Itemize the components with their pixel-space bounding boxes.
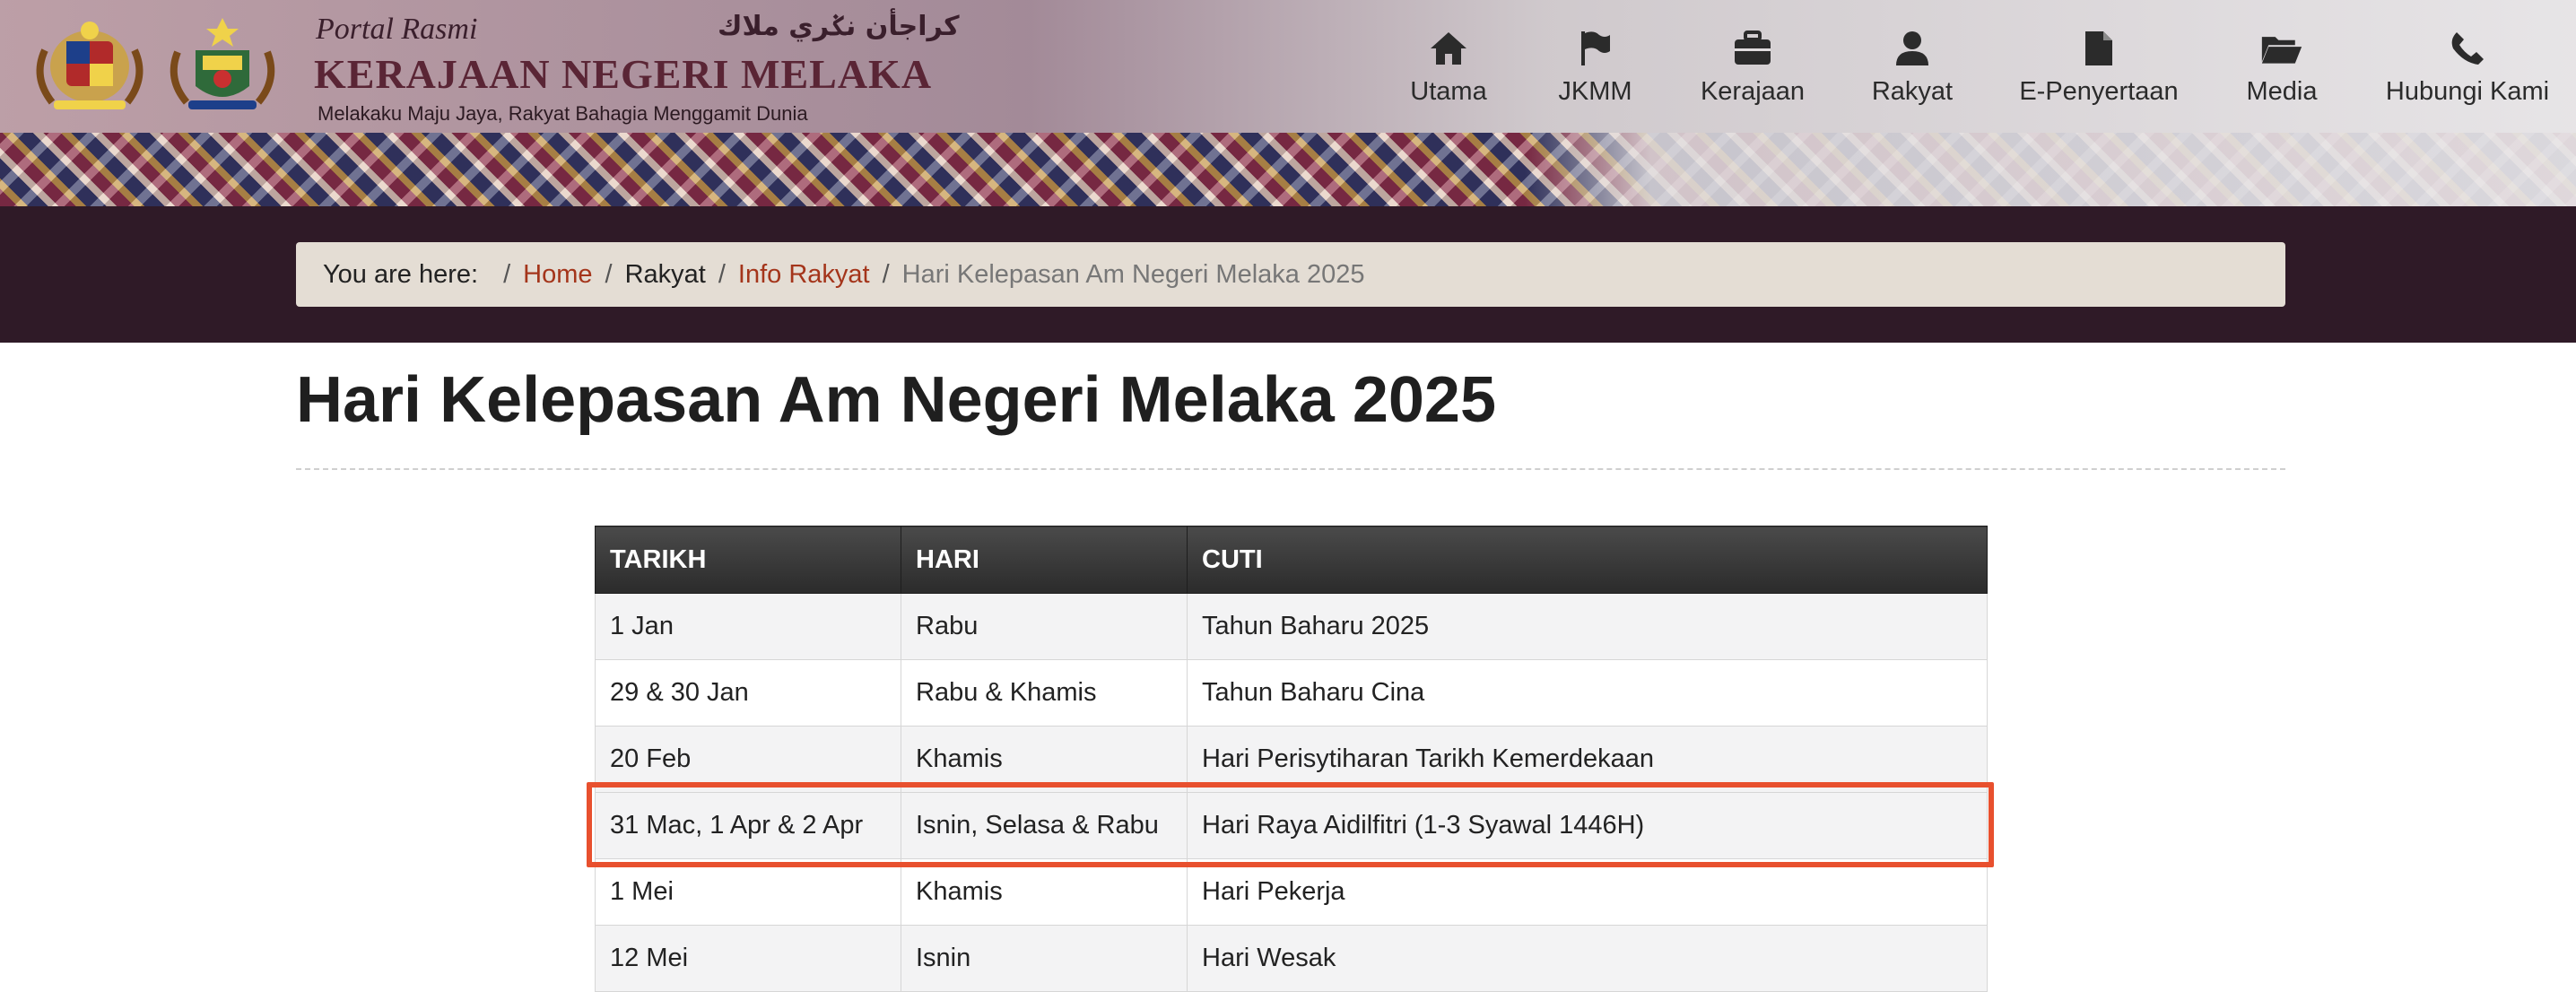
- nav-label: Rakyat: [1871, 76, 1954, 106]
- nav-utama[interactable]: Utama: [1399, 0, 1498, 133]
- cell-tarikh: 1 Jan: [595, 593, 901, 660]
- folder-open-icon: [2260, 27, 2303, 70]
- site-header: Portal Rasmi كراجأن نݢري ملاك KERAJAAN N…: [0, 0, 2576, 206]
- breadcrumb-separator: /: [503, 259, 511, 289]
- holiday-table: TARIKH HARI CUTI 1 Jan Rabu Tahun Baharu…: [595, 526, 1988, 992]
- table-row: 12 Mei Isnin Hari Wesak: [595, 925, 1988, 992]
- briefcase-icon: [1731, 27, 1774, 70]
- cell-hari: Khamis: [901, 858, 1188, 926]
- home-icon: [1427, 27, 1470, 70]
- highlight-annotation-box: [587, 782, 1994, 867]
- header-cuti: CUTI: [1187, 526, 1988, 594]
- breadcrumb-separator: /: [605, 259, 613, 289]
- table-row: 29 & 30 Jan Rabu & Khamis Tahun Baharu C…: [595, 659, 1988, 727]
- breadcrumb-separator: /: [718, 259, 726, 289]
- nav-e-penyertaan[interactable]: E-Penyertaan: [2018, 0, 2180, 133]
- cell-tarikh: 29 & 30 Jan: [595, 659, 901, 727]
- cell-cuti: Tahun Baharu 2025: [1187, 593, 1988, 660]
- flag-icon: [1574, 27, 1617, 70]
- cell-cuti: Tahun Baharu Cina: [1187, 659, 1988, 727]
- header-hari: HARI: [901, 526, 1188, 594]
- nav-rakyat[interactable]: Rakyat: [1866, 0, 1959, 133]
- cell-cuti: Hari Pekerja: [1187, 858, 1988, 926]
- nav-hubungi-kami[interactable]: Hubungi Kami: [2386, 0, 2549, 133]
- breadcrumb: You are here: / Home / Rakyat / Info Rak…: [296, 242, 2285, 307]
- cell-hari: Rabu: [901, 593, 1188, 660]
- melaka-crest-logo[interactable]: [160, 14, 285, 115]
- nav-label: JKMM: [1558, 76, 1632, 106]
- header-tarikh: TARIKH: [595, 526, 901, 594]
- cell-tarikh: 1 Mei: [595, 858, 901, 926]
- nav-label: Media: [2246, 76, 2318, 106]
- nav-label: Kerajaan: [1700, 76, 1806, 106]
- cell-cuti: Hari Wesak: [1187, 925, 1988, 992]
- breadcrumb-current: Hari Kelepasan Am Negeri Melaka 2025: [901, 259, 1365, 289]
- breadcrumb-prefix: You are here:: [323, 259, 479, 289]
- table-row: 1 Jan Rabu Tahun Baharu 2025: [595, 593, 1988, 660]
- jawi-title: كراجأن نݢري ملاك: [718, 11, 960, 42]
- breadcrumb-separator: /: [882, 259, 890, 289]
- cell-hari: Isnin: [901, 925, 1188, 992]
- table-header-row: TARIKH HARI CUTI: [595, 526, 1988, 594]
- title-divider: [296, 468, 2285, 470]
- portal-label: Portal Rasmi: [316, 13, 478, 46]
- document-icon: [2077, 27, 2120, 70]
- nav-media[interactable]: Media: [2237, 0, 2327, 133]
- nav-label: E-Penyertaan: [2019, 76, 2179, 106]
- pattern-fade: [1525, 133, 2576, 206]
- breadcrumb-info-rakyat-link[interactable]: Info Rakyat: [738, 260, 870, 290]
- nav-label: Utama: [1410, 76, 1487, 106]
- phone-icon: [2446, 27, 2489, 70]
- cell-tarikh: 12 Mei: [595, 925, 901, 992]
- site-tagline: Melakaku Maju Jaya, Rakyat Bahagia Mengg…: [318, 102, 808, 125]
- nav-jkmm[interactable]: JKMM: [1548, 0, 1642, 133]
- breadcrumb-rakyat: Rakyat: [624, 259, 706, 289]
- user-icon: [1891, 27, 1934, 70]
- site-title[interactable]: KERAJAAN NEGERI MELAKA: [314, 50, 932, 98]
- table-row: 1 Mei Khamis Hari Pekerja: [595, 858, 1988, 926]
- nav-label: Hubungi Kami: [2385, 76, 2550, 106]
- malaysia-crest-logo[interactable]: [27, 14, 152, 115]
- page-title: Hari Kelepasan Am Negeri Melaka 2025: [296, 364, 1497, 436]
- breadcrumb-home-link[interactable]: Home: [523, 260, 592, 290]
- nav-kerajaan[interactable]: Kerajaan: [1697, 0, 1808, 133]
- cell-hari: Rabu & Khamis: [901, 659, 1188, 727]
